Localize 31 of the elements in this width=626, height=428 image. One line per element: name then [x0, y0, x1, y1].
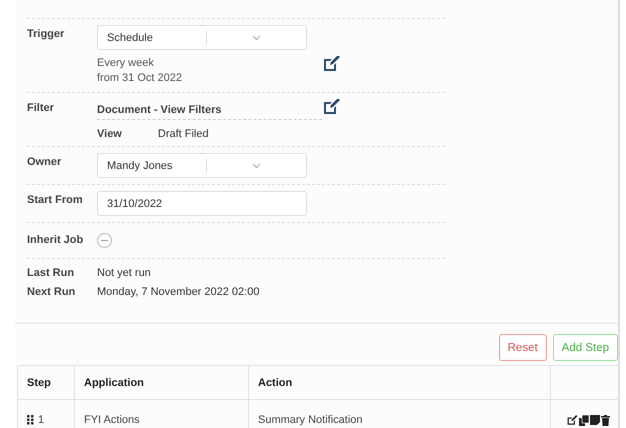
column-header: Step — [18, 366, 74, 400]
run-label: Last Run — [27, 267, 76, 279]
edit-icon[interactable] — [323, 99, 341, 115]
drag-handle-icon[interactable] — [27, 415, 34, 425]
edit-icon[interactable] — [323, 56, 341, 72]
column-header: Action — [248, 366, 550, 400]
run-value: Monday, 7 November 2022 02:00 — [97, 286, 260, 298]
filter-key: View — [97, 128, 122, 140]
caret-icon — [252, 162, 261, 168]
schedule-text: Every week — [97, 56, 155, 71]
filter-title: Document - View Filters — [97, 99, 322, 120]
action-button[interactable]: Reset — [498, 334, 547, 361]
field-label: Filter — [27, 101, 55, 116]
schedule-text: from 31 Oct 2022 — [97, 71, 183, 86]
field-label: Inherit Job — [27, 233, 84, 248]
column-header: Application — [74, 366, 248, 400]
inherit-toggle[interactable] — [97, 233, 112, 248]
step-number: 1 — [38, 414, 44, 426]
field-label: Trigger — [27, 27, 66, 42]
trigger-select[interactable]: Schedule — [97, 25, 307, 50]
trash-icon[interactable] — [601, 414, 610, 426]
owner-select[interactable]: Mandy Jones — [97, 153, 307, 178]
filter-value: Draft Filed — [158, 128, 209, 140]
note-icon[interactable] — [590, 414, 600, 424]
run-value: Not yet run — [97, 267, 152, 279]
edit-icon[interactable] — [567, 414, 578, 426]
date-field[interactable]: 31/10/2022 — [97, 191, 307, 216]
caret-icon — [252, 34, 261, 40]
field-label: Owner — [27, 155, 62, 170]
run-label: Next Run — [27, 286, 76, 298]
field-label: Start From — [27, 193, 84, 208]
